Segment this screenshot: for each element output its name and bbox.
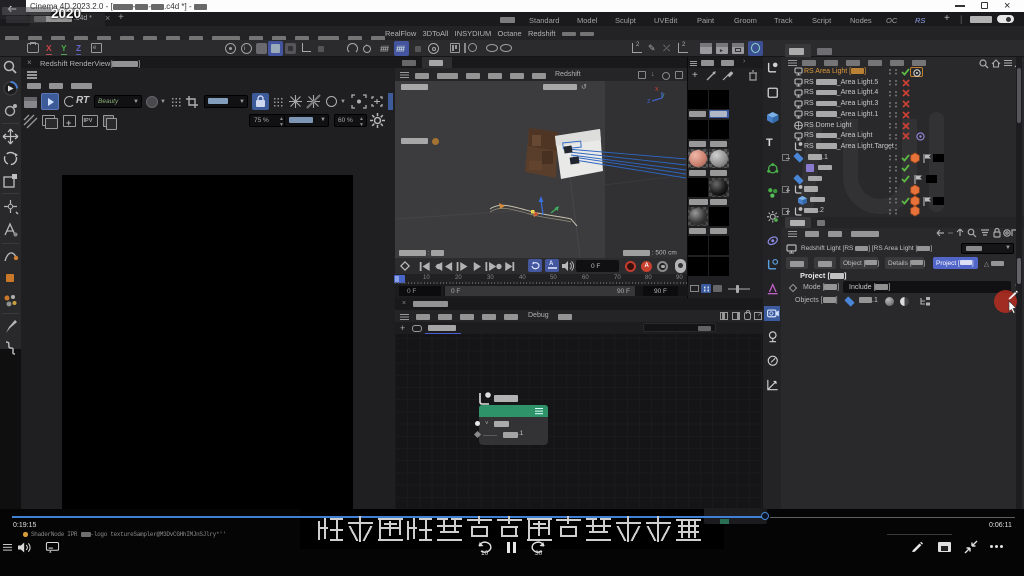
svg-text:10: 10 [481, 550, 489, 557]
svg-text:30: 30 [535, 550, 543, 557]
